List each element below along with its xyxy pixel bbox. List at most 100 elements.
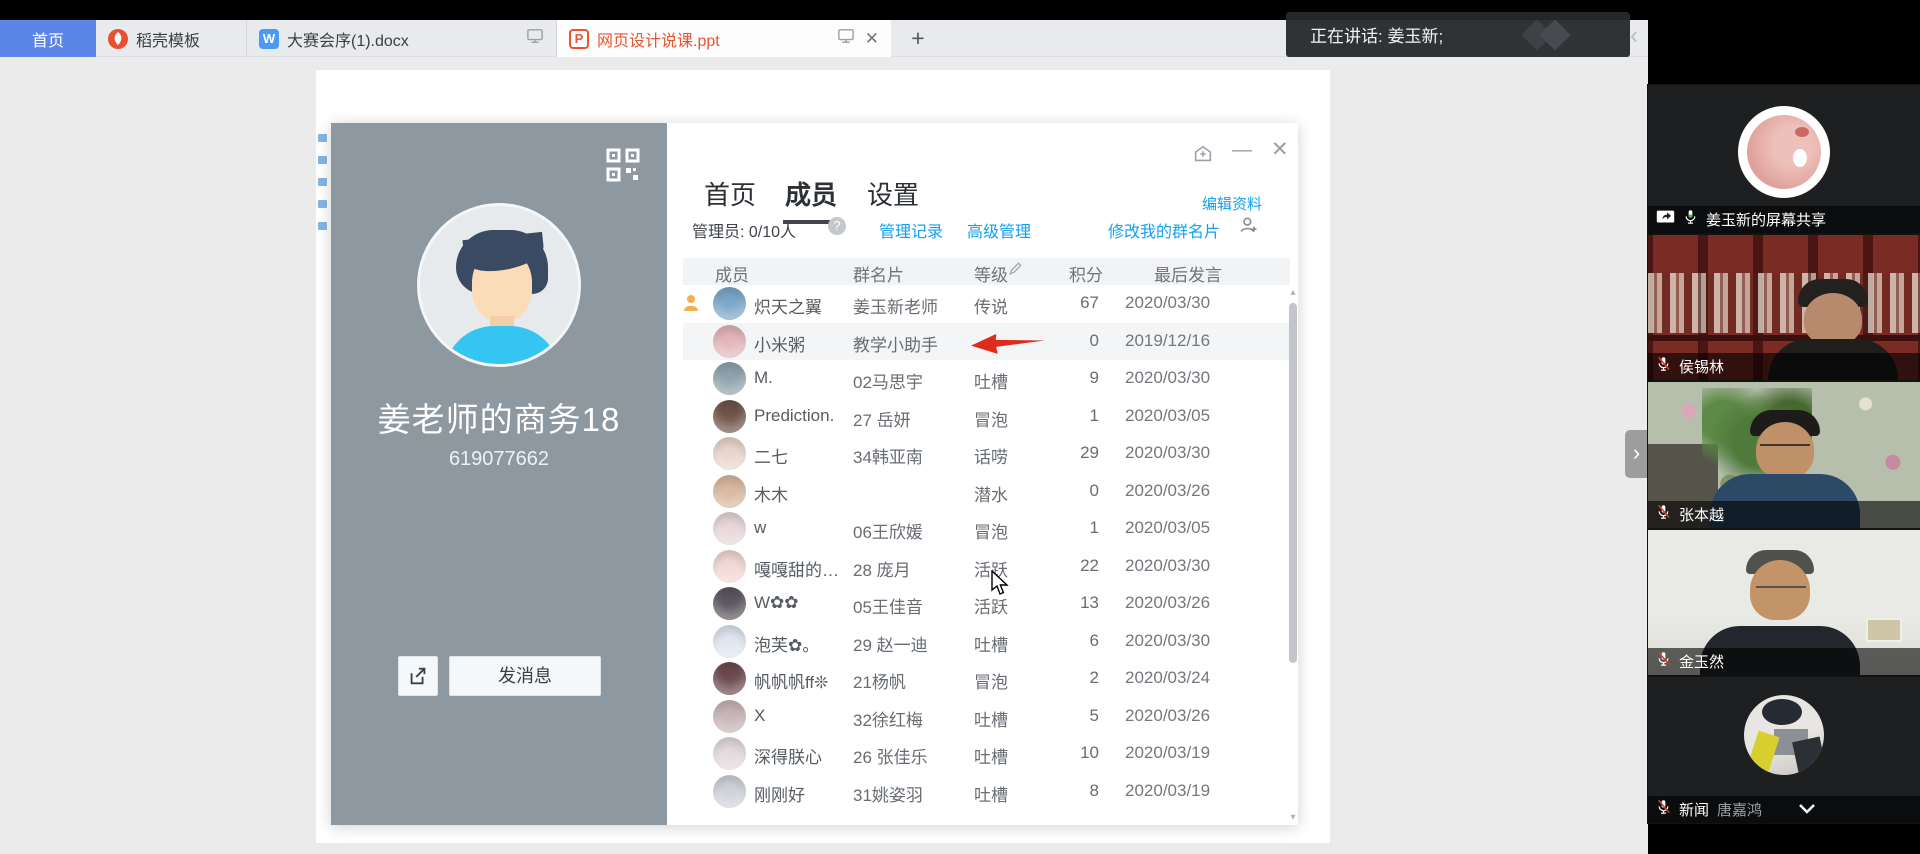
member-last-speak: 2020/03/30 <box>1125 556 1210 576</box>
header-member: 成员 <box>715 261 749 286</box>
member-row[interactable]: 木木 潜水 0 2020/03/26 <box>683 473 1290 511</box>
member-row[interactable]: 嘎嘎甜的… 28 庞月 活跃 22 2020/03/30 <box>683 548 1290 586</box>
sidebar-expand-handle[interactable]: › <box>1625 430 1648 478</box>
member-avatar[interactable] <box>713 737 746 770</box>
minimize-button[interactable]: — <box>1232 139 1252 162</box>
participant-screen-share[interactable]: 姜玉新的屏幕共享 <box>1648 85 1920 233</box>
monitor-icon[interactable] <box>526 28 544 49</box>
member-row[interactable]: X 32徐红梅 吐槽 5 2020/03/26 <box>683 698 1290 736</box>
help-icon[interactable]: ? <box>828 217 846 235</box>
mic-muted-icon <box>1656 356 1671 377</box>
member-level: 吐槽 <box>974 368 1008 393</box>
share-group-button[interactable] <box>398 656 438 696</box>
member-row[interactable]: 炽天之翼 姜玉新老师 传说 67 2020/03/30 <box>683 285 1290 323</box>
member-avatar[interactable] <box>713 662 746 695</box>
group-tab-settings[interactable]: 设置 <box>867 175 919 212</box>
member-avatar[interactable] <box>713 362 746 395</box>
monitor-icon[interactable] <box>837 28 855 49</box>
participant-label: 侯锡林 <box>1648 353 1920 380</box>
member-avatar[interactable] <box>713 325 746 358</box>
participant-label: 张本越 <box>1648 501 1920 528</box>
group-badge-icon[interactable] <box>1192 143 1214 170</box>
member-row[interactable]: 二七 34韩亚南 话唠 29 2020/03/30 <box>683 435 1290 473</box>
docer-icon <box>108 29 128 49</box>
edit-level-icon[interactable] <box>1008 261 1023 281</box>
qr-code-icon[interactable] <box>606 148 640 187</box>
tab-ppt[interactable]: P 网页设计说课.ppt ✕ <box>557 20 891 57</box>
chevron-down-icon[interactable] <box>1798 801 1816 819</box>
tab-docer[interactable]: 稻壳模板 <box>96 20 247 57</box>
send-message-button[interactable]: 发消息 <box>449 656 601 696</box>
wps-presentation-icon: P <box>569 29 589 49</box>
wps-writer-icon: W <box>259 29 279 49</box>
header-level: 等级 <box>974 261 1008 286</box>
participant-video[interactable]: 侯锡林 <box>1648 235 1920 380</box>
edit-profile-link[interactable]: 编辑资料 <box>1202 193 1262 214</box>
member-avatar[interactable] <box>713 625 746 658</box>
new-tab-button[interactable]: + <box>903 23 933 53</box>
member-last-speak: 2020/03/05 <box>1125 518 1210 538</box>
background-window-sliver <box>318 120 331 720</box>
member-row[interactable]: w 06王欣媛 冒泡 1 2020/03/05 <box>683 510 1290 548</box>
close-tab-icon[interactable]: ✕ <box>865 29 879 49</box>
member-level: 吐槽 <box>974 706 1008 731</box>
advanced-manage-link[interactable]: 高级管理 <box>967 218 1031 242</box>
edit-group-card-link[interactable]: 修改我的群名片 <box>1108 218 1220 242</box>
participant-avatar <box>1738 106 1830 198</box>
member-level: 话唠 <box>974 443 1008 468</box>
member-score: 5 <box>1039 706 1099 726</box>
member-row[interactable]: 泡芙✿。 29 赵一迪 吐槽 6 2020/03/30 <box>683 623 1290 661</box>
member-row[interactable]: W✿✿ 05王佳音 活跃 13 2020/03/26 <box>683 585 1290 623</box>
member-card: 34韩亚南 <box>853 443 971 468</box>
tab-docx-label: 大赛会序(1).docx <box>287 27 409 51</box>
member-avatar[interactable] <box>713 475 746 508</box>
member-row[interactable]: 帆帆帆ff❊ 21杨帆 冒泡 2 2020/03/24 <box>683 660 1290 698</box>
member-card: 教学小助手 <box>853 331 971 356</box>
member-row[interactable]: Prediction. 27 岳妍 冒泡 1 2020/03/05 <box>683 398 1290 436</box>
member-name: 小米粥 <box>754 331 850 356</box>
participant-subname: 唐嘉鸿 <box>1717 799 1762 820</box>
participant-video[interactable]: 新闻 唐嘉鸿 <box>1648 677 1920 823</box>
member-score: 29 <box>1039 443 1099 463</box>
close-window-button[interactable]: ✕ <box>1271 137 1289 162</box>
group-name: 姜老师的商务18 <box>331 393 667 441</box>
admin-count-label: 管理员: 0/10人 <box>692 218 796 242</box>
participant-name: 张本越 <box>1679 504 1724 525</box>
member-avatar[interactable] <box>713 437 746 470</box>
member-avatar[interactable] <box>713 775 746 808</box>
collapse-left-icon[interactable]: ‹ <box>1630 22 1638 50</box>
group-tab-members[interactable]: 成员 <box>785 175 837 212</box>
member-avatar[interactable] <box>713 512 746 545</box>
member-card: 05王佳音 <box>853 593 971 618</box>
member-avatar[interactable] <box>713 287 746 320</box>
group-tab-home[interactable]: 首页 <box>704 175 756 212</box>
member-avatar[interactable] <box>713 587 746 620</box>
scroll-down-icon[interactable]: ▾ <box>1288 812 1298 823</box>
member-avatar[interactable] <box>713 400 746 433</box>
member-avatar[interactable] <box>713 550 746 583</box>
member-row[interactable]: 刚刚好 31姚姿羽 吐槽 8 2020/03/19 <box>683 773 1290 811</box>
member-row[interactable]: M. 02马思宇 吐槽 9 2020/03/30 <box>683 360 1290 398</box>
group-avatar[interactable] <box>417 203 581 367</box>
mic-muted-icon <box>1656 504 1671 525</box>
participant-video[interactable]: 金玉然 <box>1648 530 1920 675</box>
screen: 首页 稻壳模板 W 大赛会序(1).docx P 网页设计说课.ppt <box>0 0 1920 854</box>
member-row[interactable]: 深得朕心 26 张佳乐 吐槽 10 2020/03/19 <box>683 735 1290 773</box>
tab-docx[interactable]: W 大赛会序(1).docx <box>247 20 557 57</box>
participant-video[interactable]: 张本越 <box>1648 382 1920 528</box>
person-add-icon[interactable] <box>1239 215 1259 240</box>
member-row[interactable]: 小米粥 教学小助手 0 2019/12/16 <box>683 323 1290 361</box>
member-level: 潜水 <box>974 481 1008 506</box>
member-name: 深得朕心 <box>754 743 850 768</box>
mic-muted-icon <box>1656 799 1671 820</box>
member-table-header: 成员 群名片 等级 积分 最后发言 <box>683 258 1290 285</box>
scrollbar-thumb[interactable] <box>1289 303 1297 663</box>
member-level: 吐槽 <box>974 743 1008 768</box>
member-rows: 炽天之翼 姜玉新老师 传说 67 2020/03/30 <box>683 285 1290 810</box>
member-avatar[interactable] <box>713 700 746 733</box>
tab-home[interactable]: 首页 <box>0 20 96 57</box>
member-score: 6 <box>1039 631 1099 651</box>
scroll-up-icon[interactable]: ▴ <box>1288 287 1298 298</box>
admin-log-link[interactable]: 管理记录 <box>879 218 943 242</box>
member-list-scrollbar[interactable]: ▴ ▾ <box>1288 285 1298 825</box>
